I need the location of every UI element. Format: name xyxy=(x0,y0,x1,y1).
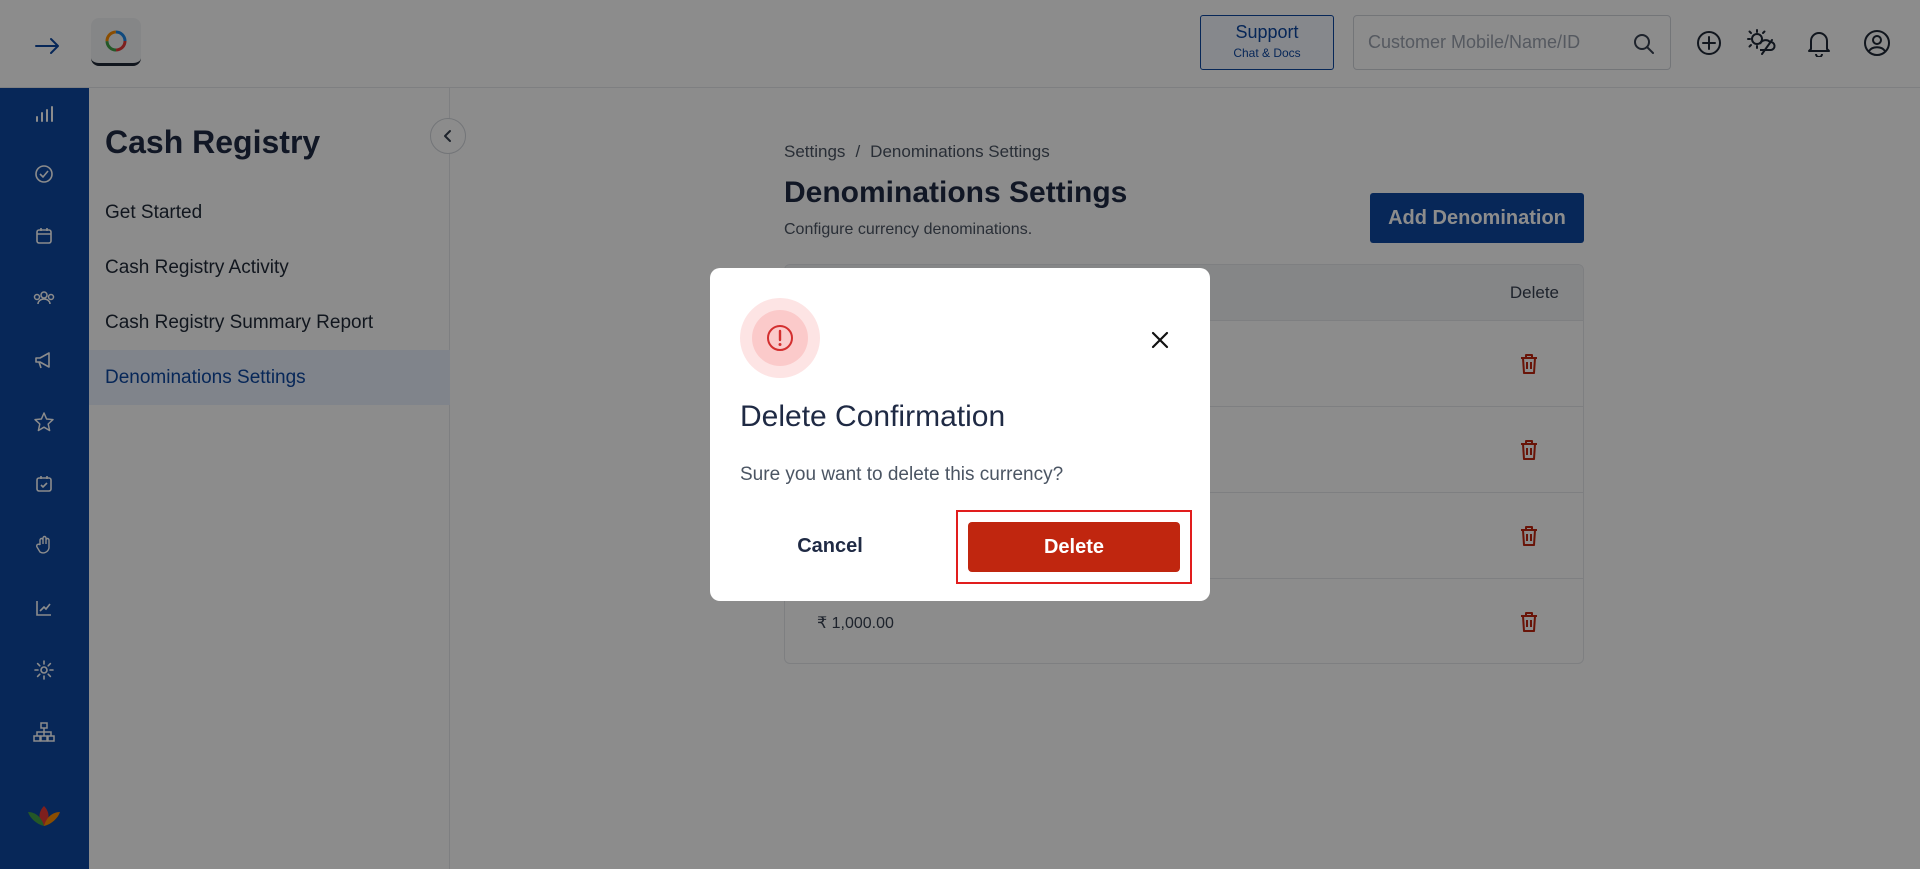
delete-button[interactable]: Delete xyxy=(968,522,1180,572)
dialog-message: Sure you want to delete this currency? xyxy=(740,464,1064,485)
delete-confirmation-dialog: Delete Confirmation Sure you want to del… xyxy=(710,268,1210,601)
warning-badge xyxy=(740,298,820,378)
cancel-button[interactable]: Cancel xyxy=(750,521,910,571)
close-icon[interactable] xyxy=(1146,326,1174,354)
dialog-title: Delete Confirmation xyxy=(740,400,1006,433)
delete-button-highlight: Delete xyxy=(956,510,1192,584)
alert-circle-icon xyxy=(767,325,793,351)
